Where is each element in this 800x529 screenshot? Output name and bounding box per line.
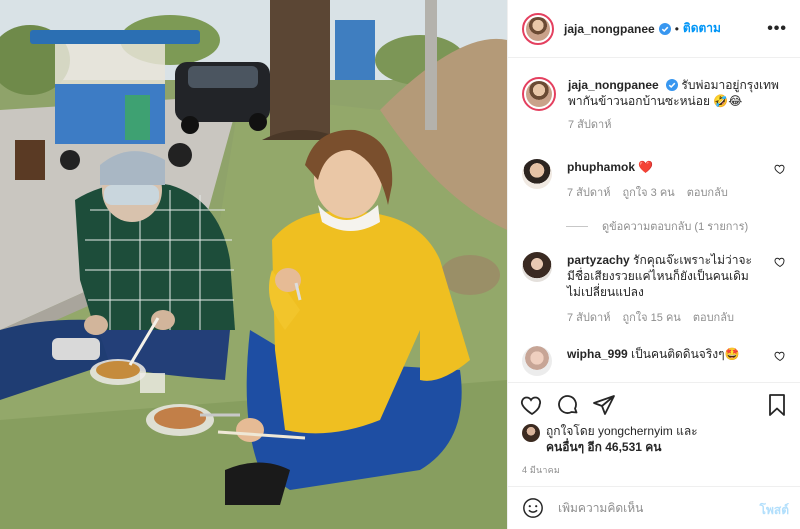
comment-likes[interactable]: ถูกใจ 3 คน (622, 185, 674, 201)
caption-avatar[interactable] (522, 77, 556, 111)
comments-list[interactable]: jaja_nongpanee รับพ่อมาอยู่กรุงเทพ พากัน… (508, 59, 800, 381)
verified-badge-icon (666, 79, 679, 91)
comment-username[interactable]: partyzachy (567, 253, 630, 267)
caption-avatar-image (526, 81, 552, 107)
author-username[interactable]: jaja_nongpanee (564, 22, 655, 36)
heart-icon[interactable] (774, 256, 786, 268)
comment-username[interactable]: wipha_999 (567, 347, 628, 361)
liker-avatar[interactable] (522, 424, 540, 442)
post-actions: ถูกใจโดย yongchernyim และ คนอื่นๆ อีก 46… (508, 382, 800, 502)
caption: jaja_nongpanee รับพ่อมาอยู่กรุงเทพ พากัน… (522, 77, 787, 133)
author-avatar[interactable] (522, 12, 554, 45)
heart-icon[interactable] (774, 163, 786, 175)
commenter-avatar[interactable] (522, 346, 552, 376)
heart-icon[interactable] (520, 393, 544, 417)
emoji-icon[interactable] (522, 497, 544, 519)
liked-by-user[interactable]: yongchernyim (598, 424, 673, 438)
post-comment-button[interactable]: โพสต์ (760, 501, 789, 520)
comment-time[interactable]: 7 สัปดาห์ (567, 310, 610, 326)
caption-time[interactable]: 7 สัปดาห์ (568, 117, 787, 133)
view-replies-button[interactable]: ดูข้อความตอบกลับ (1 รายการ) (566, 217, 748, 235)
commenter-avatar[interactable] (522, 159, 552, 189)
instagram-post: jaja_nongpanee • ติดตาม ••• jaja_nongpan… (0, 0, 800, 529)
more-options-icon[interactable]: ••• (767, 20, 787, 38)
comment-item: wipha_999 เป็นคนติดดินจริงๆ🤩 (522, 346, 792, 376)
bookmark-icon[interactable] (765, 393, 789, 417)
comment-likes[interactable]: ถูกใจ 15 คน (622, 310, 680, 326)
comment-body: partyzachy รักคุณจ๊ะเพราะไม่ว่าจะมีชื่อเ… (567, 252, 762, 326)
post-header: jaja_nongpanee • ติดตาม ••• (508, 0, 800, 58)
liked-by: ถูกใจโดย yongchernyim และ คนอื่นๆ อีก 46… (522, 423, 698, 455)
author-avatar-image (526, 16, 550, 41)
comment-input[interactable] (558, 501, 743, 515)
comment-body: phuphamok ❤️ 7 สัปดาห์ ถูกใจ 3 คน ตอบกลั… (567, 159, 762, 201)
comment-meta: 7 สัปดาห์ ถูกใจ 15 คน ตอบกลับ (567, 310, 762, 326)
replies-divider (566, 225, 588, 227)
post-date[interactable]: 4 มีนาคม (522, 463, 560, 477)
view-replies-label: ดูข้อความตอบกลับ (1 รายการ) (602, 221, 749, 233)
comment-icon[interactable] (556, 393, 580, 417)
reply-button[interactable]: ตอบกลับ (693, 310, 734, 326)
add-comment-bar: โพสต์ (508, 486, 800, 529)
photo-illustration (0, 0, 507, 529)
comment-item: partyzachy รักคุณจ๊ะเพราะไม่ว่าจะมีชื่อเ… (522, 252, 792, 326)
comment-username[interactable]: phuphamok (567, 160, 635, 174)
caption-username[interactable]: jaja_nongpanee (568, 78, 659, 92)
comment-item: phuphamok ❤️ 7 สัปดาห์ ถูกใจ 3 คน ตอบกลั… (522, 159, 792, 201)
verified-badge-icon (658, 22, 671, 35)
reply-button[interactable]: ตอบกลับ (687, 185, 728, 201)
others-likes[interactable]: คนอื่นๆ อีก 46,531 คน (546, 440, 662, 454)
liked-by-text: ถูกใจโดย yongchernyim และ คนอื่นๆ อีก 46… (546, 423, 698, 455)
comment-text: เป็นคนติดดินจริงๆ🤩 (631, 347, 740, 361)
follow-button[interactable]: ติดตาม (683, 19, 721, 38)
comment-body: wipha_999 เป็นคนติดดินจริงๆ🤩 (567, 346, 762, 376)
caption-body: jaja_nongpanee รับพ่อมาอยู่กรุงเทพ พากัน… (568, 77, 787, 133)
header-separator: • (674, 21, 679, 36)
post-details-panel: jaja_nongpanee • ติดตาม ••• jaja_nongpan… (507, 0, 800, 529)
commenter-avatar[interactable] (522, 252, 552, 282)
post-photo[interactable] (0, 0, 507, 529)
comment-text: ❤️ (638, 160, 654, 174)
comment-time[interactable]: 7 สัปดาห์ (567, 185, 610, 201)
heart-icon[interactable] (774, 350, 786, 362)
liked-by-prefix: ถูกใจโดย (546, 424, 595, 438)
liked-by-and: และ (676, 424, 698, 438)
comment-meta: 7 สัปดาห์ ถูกใจ 3 คน ตอบกลับ (567, 185, 762, 201)
share-icon[interactable] (592, 393, 616, 417)
